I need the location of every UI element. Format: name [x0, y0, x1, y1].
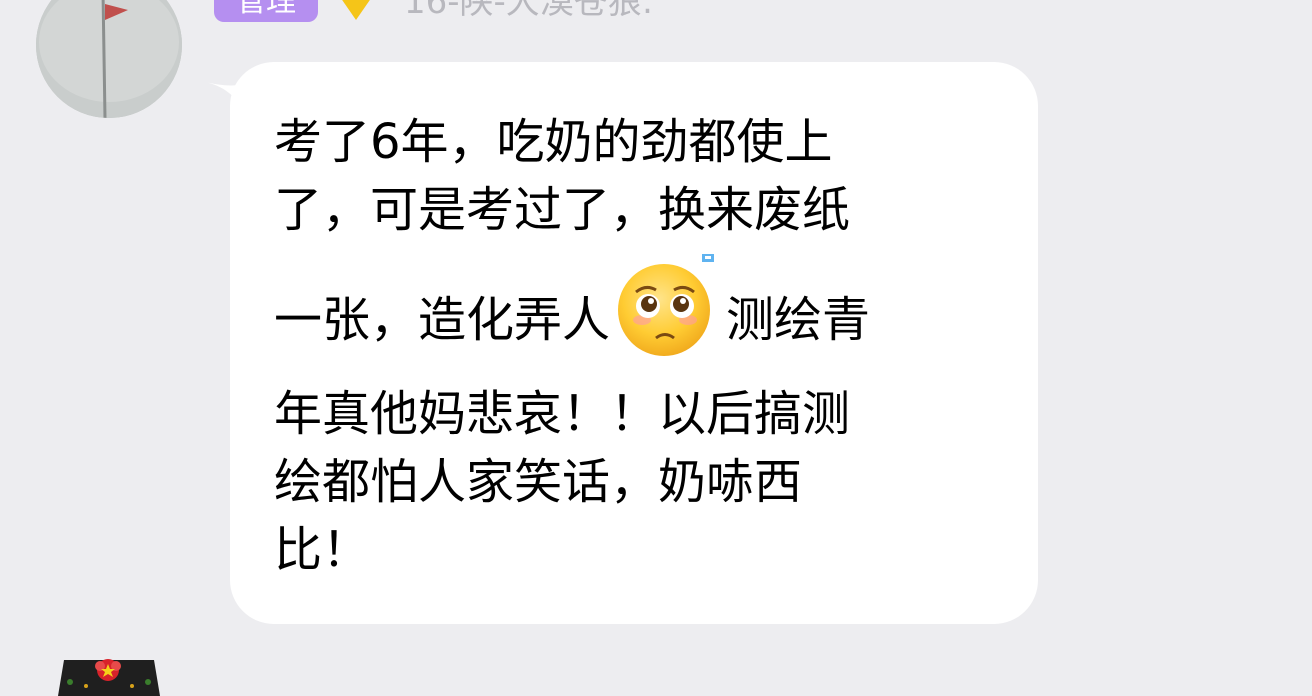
- flagpole-photo: [36, 0, 182, 118]
- pleading-face-sweat-emoji: [618, 254, 715, 356]
- next-sender-avatar[interactable]: [56, 656, 162, 696]
- sender-avatar[interactable]: [36, 0, 182, 118]
- message-line: 考了6年，吃奶的劲都使上: [274, 114, 833, 170]
- message-header: 管理 16-陕-大漠苍狼:: [214, 0, 653, 24]
- message-line-segment: 测绘青: [726, 292, 871, 348]
- message-line-with-emoji: 一张，造化弄人 测绘青: [274, 244, 974, 380]
- message-line: 年真他妈悲哀！！以后搞测: [274, 386, 851, 442]
- message-line-segment: 一张，造化弄人: [274, 292, 611, 348]
- message-line: 了，可是考过了，换来废纸: [274, 182, 851, 238]
- message-text[interactable]: 考了6年，吃奶的劲都使上 了，可是考过了，换来废纸 一张，造化弄人 测绘青 年真…: [274, 108, 974, 584]
- sender-name[interactable]: 16-陕-大漠苍狼:: [404, 0, 653, 22]
- message-line: 比！: [274, 522, 371, 578]
- diamond-level-icon: [342, 0, 370, 20]
- message-line: 绘都怕人家笑话，奶哧西: [274, 454, 803, 510]
- role-badge: 管理: [214, 0, 318, 22]
